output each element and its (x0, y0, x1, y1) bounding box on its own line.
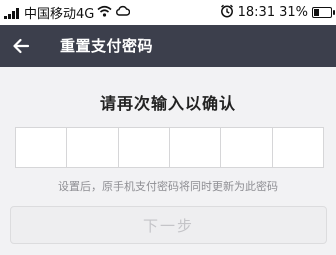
pin-cell[interactable] (273, 128, 323, 167)
page-title: 重置支付密码 (60, 37, 154, 55)
pin-input[interactable] (15, 127, 324, 168)
carrier-label: 中国移动4G (24, 7, 95, 22)
pin-cell[interactable] (170, 128, 222, 167)
status-time: 18:31 (237, 5, 276, 20)
status-right: 18:31 31% (220, 4, 335, 22)
password-hint: 设置后，原手机支付密码将同时更新为此密码 (58, 180, 278, 193)
cloud-icon (115, 5, 131, 20)
pin-cell[interactable] (119, 128, 170, 167)
battery-percent: 31% (279, 5, 308, 20)
status-left: 中国移动4G (4, 4, 131, 22)
status-bar: 中国移动4G 18:31 31% (0, 0, 336, 25)
arrow-left-icon (13, 38, 30, 54)
wifi-icon (97, 5, 112, 21)
confirm-prompt: 请再次输入以确认 (99, 94, 236, 113)
title-bar: 重置支付密码 (0, 25, 336, 67)
signal-bars-icon (4, 7, 20, 19)
pin-cell[interactable] (16, 128, 68, 167)
alarm-clock-icon (220, 4, 234, 22)
back-button[interactable] (6, 32, 36, 60)
next-button[interactable]: 下一步 (10, 206, 327, 244)
battery-fill (314, 9, 319, 16)
pin-cell[interactable] (221, 128, 273, 167)
pin-cell[interactable] (67, 128, 119, 167)
battery-icon (312, 7, 335, 18)
